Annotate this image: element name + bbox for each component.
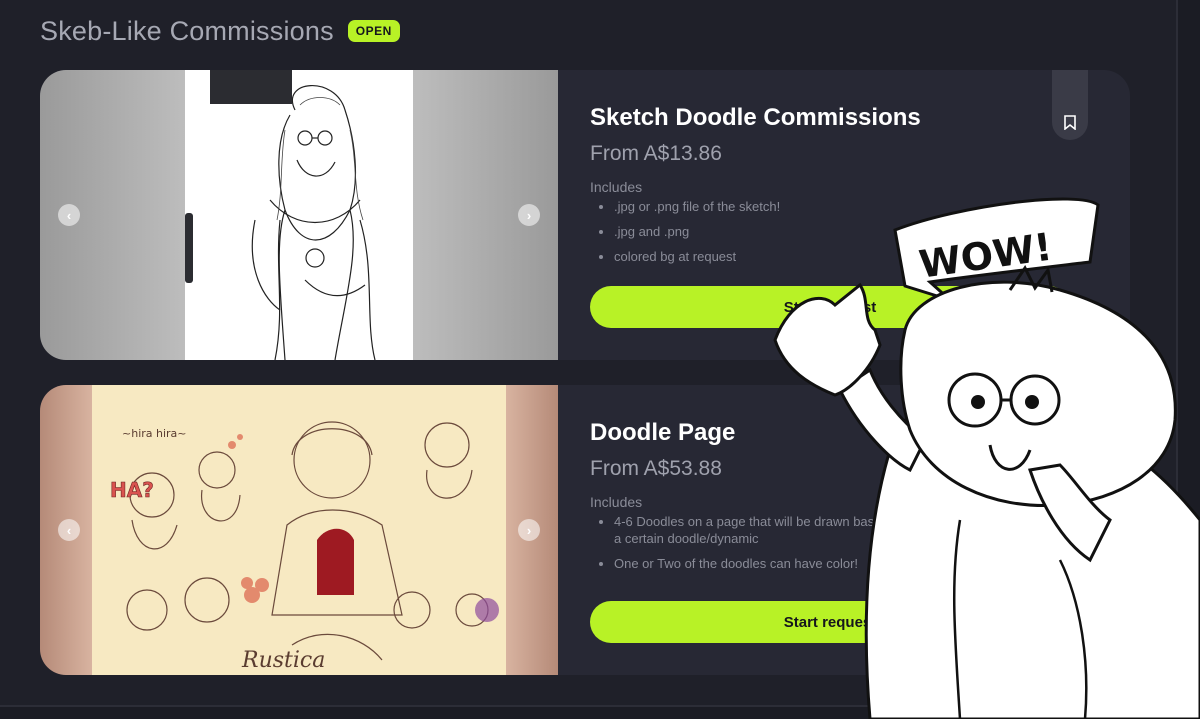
character-doodle-overlay: WOW! xyxy=(773,197,1200,719)
